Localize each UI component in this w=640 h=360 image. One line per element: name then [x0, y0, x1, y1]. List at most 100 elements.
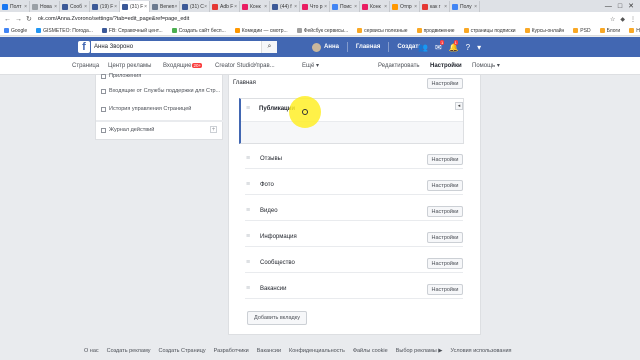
- friend-requests-icon[interactable]: 👥: [418, 43, 428, 52]
- bookmark-item[interactable]: Курсы-онлайн: [524, 28, 564, 34]
- extension-icon[interactable]: ◆: [620, 16, 625, 23]
- menu-item-support-inbox[interactable]: Входящие от Службы поддержки для Стр...: [101, 88, 220, 94]
- settings-button[interactable]: Настройки: [427, 232, 463, 243]
- messages-icon[interactable]: ✉ 1: [435, 39, 445, 52]
- bookmark-item[interactable]: Комедии — смотр...: [234, 28, 288, 34]
- browser-tab[interactable]: (19) F ×: [90, 1, 120, 12]
- browser-tab[interactable]: Что р ×: [300, 1, 330, 12]
- browser-tab[interactable]: (31) F ×: [120, 1, 150, 12]
- bookmark-item[interactable]: Google: [4, 28, 27, 34]
- drag-handle-icon[interactable]: ≡: [246, 207, 250, 214]
- browser-tab[interactable]: Отпр ×: [390, 1, 420, 12]
- notifications-icon[interactable]: 🔔 1: [449, 39, 459, 52]
- browser-tab[interactable]: Полу ×: [450, 1, 480, 12]
- nav-edit[interactable]: Редактировать: [378, 57, 419, 75]
- footer-link[interactable]: Конфиденциальность: [289, 348, 345, 358]
- settings-button[interactable]: Настройки: [427, 258, 463, 269]
- search-button[interactable]: ⌕: [261, 41, 277, 53]
- browser-tab[interactable]: Конк ×: [360, 1, 390, 12]
- bookmark-item[interactable]: FB: Справочный цент...: [101, 28, 163, 34]
- home-link[interactable]: Главная: [356, 44, 380, 50]
- drag-handle-icon[interactable]: ≡: [246, 155, 250, 162]
- close-window-icon[interactable]: ✕: [628, 2, 634, 10]
- close-tab-icon[interactable]: ×: [474, 4, 477, 10]
- url-field[interactable]: ok.com/Anna.Zvorono/settings/?tab=edit_p…: [36, 14, 606, 24]
- drag-handle-icon[interactable]: ≡: [246, 105, 250, 112]
- back-icon[interactable]: ←: [4, 16, 11, 23]
- close-tab-icon[interactable]: ×: [444, 4, 447, 10]
- bookmark-item[interactable]: GISMETEO: Погода...: [36, 28, 93, 34]
- bookmark-item[interactable]: Создать сайт бесп...: [171, 28, 226, 34]
- minimize-icon[interactable]: —: [605, 3, 612, 10]
- help-icon[interactable]: ?: [466, 43, 470, 52]
- nav-manage[interactable]: Управ...: [253, 57, 275, 75]
- settings-button[interactable]: Настройки: [427, 180, 463, 191]
- reload-icon[interactable]: ↻: [26, 15, 32, 23]
- settings-button[interactable]: Настройки: [427, 78, 463, 89]
- close-tab-icon[interactable]: ×: [24, 4, 27, 10]
- footer-link[interactable]: Вакансии: [257, 348, 281, 358]
- footer-link[interactable]: Создать рекламу: [107, 348, 151, 358]
- browser-tab[interactable]: Конк ×: [240, 1, 270, 12]
- close-tab-icon[interactable]: ×: [324, 4, 327, 10]
- bookmark-item[interactable]: Нужные вебинары: [629, 28, 640, 34]
- browser-tab[interactable]: как г ×: [420, 1, 450, 12]
- nav-more[interactable]: Ещё ▾: [302, 57, 319, 75]
- settings-button[interactable]: Настройки: [427, 154, 463, 165]
- menu-item-management-history[interactable]: История управления Страницей: [101, 106, 191, 112]
- footer-link[interactable]: Условия использования: [450, 348, 511, 358]
- menu-item-activity-log[interactable]: Журнал действий: [101, 127, 154, 133]
- nav-inbox[interactable]: Входящие 20+: [163, 57, 203, 75]
- browser-tab[interactable]: Нова ×: [30, 1, 60, 12]
- browser-tab[interactable]: Сооб ×: [60, 1, 90, 12]
- close-tab-icon[interactable]: ×: [144, 4, 147, 10]
- drag-handle-icon[interactable]: ≡: [246, 285, 250, 292]
- close-tab-icon[interactable]: ×: [114, 4, 117, 10]
- menu-icon[interactable]: ⋮: [630, 16, 636, 23]
- nav-page[interactable]: Страница: [72, 57, 99, 75]
- close-tab-icon[interactable]: ×: [294, 4, 297, 10]
- close-tab-icon[interactable]: ×: [384, 4, 387, 10]
- search-input[interactable]: Анна Зворонo: [91, 41, 277, 53]
- close-tab-icon[interactable]: ×: [354, 4, 357, 10]
- nav-creator-studio[interactable]: Creator Studio: [215, 57, 254, 75]
- browser-tab[interactable]: Поис ×: [330, 1, 360, 12]
- account-menu-icon[interactable]: ▾: [477, 43, 481, 52]
- browser-tab[interactable]: Adb F ×: [210, 1, 240, 12]
- bookmark-item[interactable]: Фейсбук сервисы...: [296, 28, 348, 34]
- drag-handle-icon[interactable]: ≡: [246, 181, 250, 188]
- footer-link[interactable]: Выбор рекламы ▶: [396, 348, 443, 358]
- nav-help[interactable]: Помощь ▾: [472, 57, 500, 75]
- footer-link[interactable]: Файлы cookie: [353, 348, 388, 358]
- forward-icon[interactable]: →: [15, 16, 22, 23]
- collapse-icon[interactable]: ◂: [455, 102, 463, 110]
- add-tab-button[interactable]: Добавить вкладку: [247, 311, 307, 325]
- footer-link[interactable]: Создать Страницу: [159, 348, 206, 358]
- close-tab-icon[interactable]: ×: [174, 4, 177, 10]
- tab-row-posts-expanded[interactable]: ≡ Публикации ◂: [239, 98, 464, 144]
- bookmark-item[interactable]: Блоги: [599, 28, 620, 34]
- nav-settings[interactable]: Настройки: [430, 57, 462, 75]
- bookmark-item[interactable]: сервисы полезные: [357, 28, 408, 34]
- menu-item-apps[interactable]: Приложения: [101, 73, 141, 79]
- browser-tab[interactable]: (44) f ×: [270, 1, 300, 12]
- browser-tab[interactable]: (31) C ×: [180, 1, 210, 12]
- facebook-logo-icon[interactable]: f: [78, 41, 90, 53]
- browser-tab[interactable]: Полт ×: [0, 1, 30, 12]
- close-tab-icon[interactable]: ×: [264, 4, 267, 10]
- bookmark-item[interactable]: PSD: [573, 28, 591, 34]
- bookmark-item[interactable]: продвижение: [416, 28, 455, 34]
- close-tab-icon[interactable]: ×: [234, 4, 237, 10]
- close-tab-icon[interactable]: ×: [54, 4, 57, 10]
- star-icon[interactable]: ☆: [610, 16, 615, 23]
- profile-link[interactable]: Анна: [312, 42, 339, 52]
- browser-tab[interactable]: Benen ×: [150, 1, 180, 12]
- maximize-icon[interactable]: □: [618, 3, 622, 10]
- close-tab-icon[interactable]: ×: [84, 4, 87, 10]
- close-tab-icon[interactable]: ×: [204, 4, 207, 10]
- drag-handle-icon[interactable]: ≡: [246, 233, 250, 240]
- close-tab-icon[interactable]: ×: [414, 4, 417, 10]
- settings-button[interactable]: Настройки: [427, 284, 463, 295]
- footer-link[interactable]: О нас: [84, 348, 99, 358]
- add-icon[interactable]: +: [210, 126, 217, 133]
